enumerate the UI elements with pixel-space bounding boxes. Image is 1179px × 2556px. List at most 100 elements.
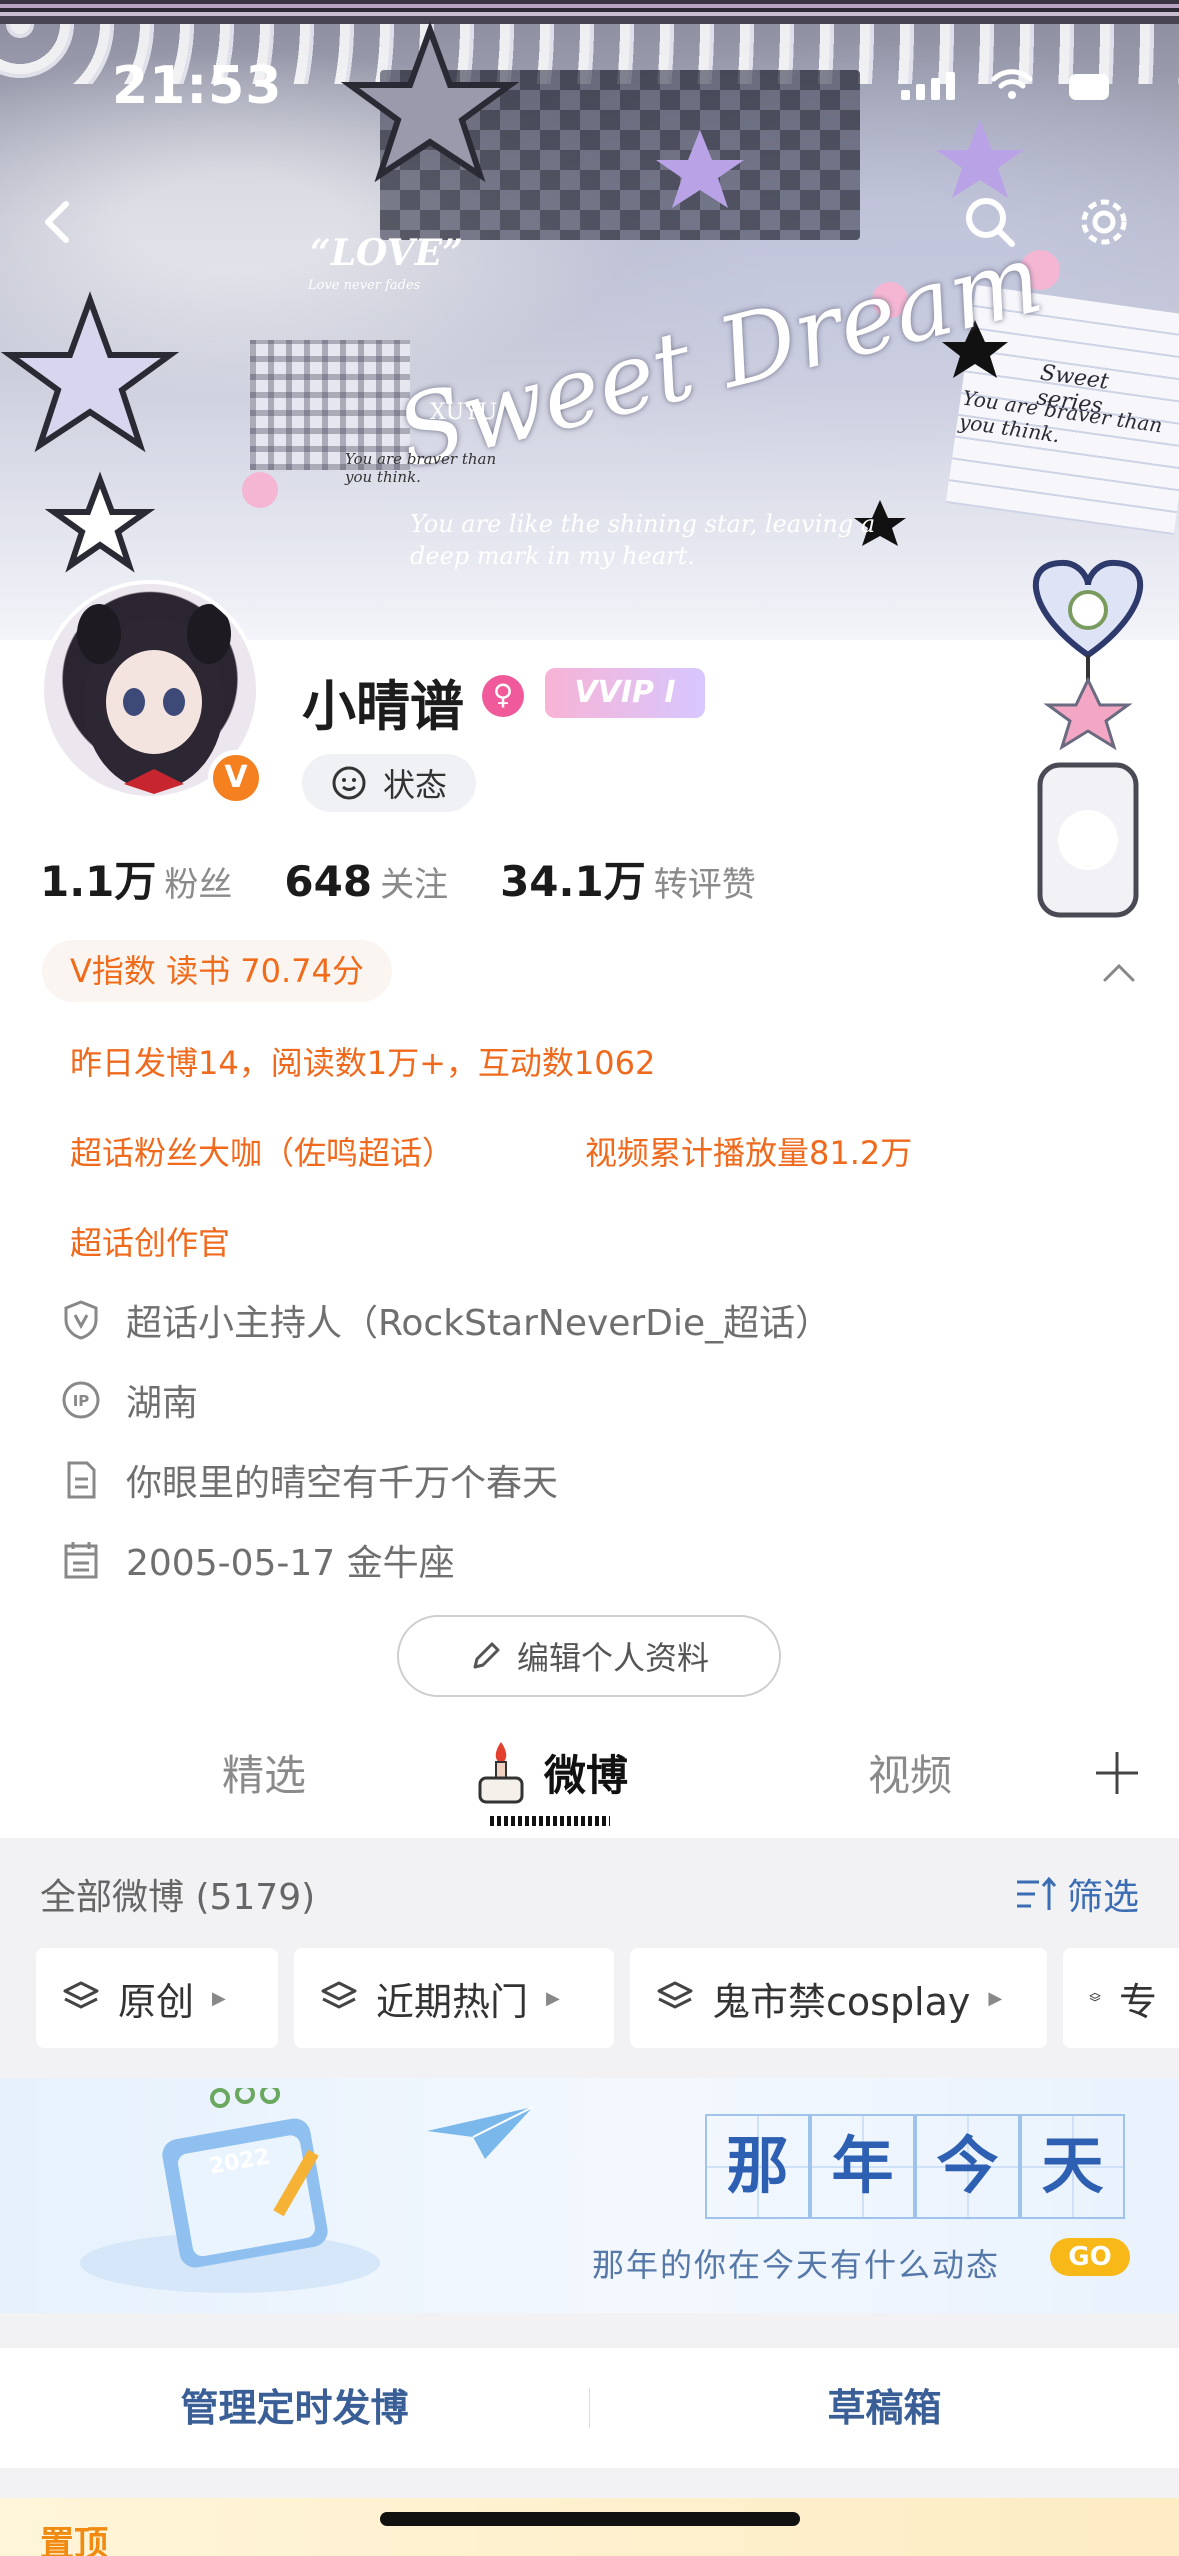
post-management-bar: 管理定时发博 草稿箱 (0, 2348, 1179, 2468)
chip-arrow-icon: ▶ (546, 1987, 560, 2009)
likes-label: 转评赞 (653, 865, 756, 905)
layers-icon (1089, 1992, 1101, 2002)
layers-icon (63, 1981, 99, 2009)
chip-original[interactable]: 原创 ▶ (36, 1948, 278, 2048)
verified-badge: V (208, 750, 264, 806)
status-label: 状态 (382, 766, 447, 804)
calendar-illustration: 2022 (80, 2088, 380, 2293)
all-posts-count: 全部微博 (5179) (40, 1877, 316, 1918)
info-row-birthday: 2005-05-17 金牛座 (60, 1534, 455, 1586)
status-button[interactable]: 状态 (302, 754, 476, 812)
banner-love-text: “LOVE” (310, 232, 463, 274)
chip-recent-hot-label: 近期热门 (376, 1979, 529, 2024)
tab-featured[interactable]: 精选 (222, 1742, 306, 1803)
followers-stat[interactable]: 1.1万 粉丝 (40, 848, 232, 909)
on-this-day-banner[interactable]: 2022 那 年 今 天 那年的你在今天有什么动态 GO (0, 2078, 1179, 2313)
wifi-icon (991, 69, 1033, 99)
shield-v-icon (64, 1300, 98, 1340)
avatar[interactable]: V (30, 570, 270, 810)
following-label: 关注 (380, 865, 449, 905)
settings-gear-icon[interactable] (1072, 190, 1136, 254)
video-plays-stat: 视频累计播放量81.2万 (585, 1134, 913, 1172)
feed-section: 全部微博 (5179) 筛选 原创 ▶ 近期热门 ▶ 鬼市禁cosplay ▶ … (0, 1838, 1179, 2556)
info-bio-text: 你眼里的晴空有千万个春天 (126, 1463, 559, 1504)
memory-char: 年 (810, 2114, 915, 2219)
following-stat[interactable]: 648 关注 (284, 857, 448, 906)
heart-charm-decoration[interactable] (1010, 555, 1165, 935)
chip-arrow-icon: ▶ (988, 1987, 1003, 2009)
memory-char: 今 (915, 2114, 1020, 2219)
chip-cosplay-label: 鬼市禁cosplay (712, 1979, 971, 2024)
chip-recent-hot[interactable]: 近期热门 ▶ (294, 1948, 614, 2048)
followers-count: 1.1万 (40, 857, 157, 906)
likes-stat[interactable]: 34.1万 转评赞 (500, 848, 756, 909)
chip-partial-label: 专 (1118, 1979, 1157, 2024)
memory-char: 那 (705, 2114, 810, 2219)
birthday-cake-icon (478, 1742, 524, 1804)
filter-label: 筛选 (1066, 1877, 1139, 1918)
yesterday-stats: 昨日发博14，阅读数1万+，互动数1062 (70, 1044, 656, 1082)
svg-text:IP: IP (73, 1392, 90, 1410)
memory-char: 天 (1020, 2114, 1125, 2219)
layers-icon (321, 1981, 357, 2009)
scheduled-posts-button[interactable]: 管理定时发博 (0, 2348, 589, 2468)
add-tab-plus-icon[interactable] (1092, 1748, 1142, 1798)
info-host-text: 超话小主持人（RockStarNeverDie_超话） (126, 1303, 832, 1344)
info-ip-text: 湖南 (126, 1383, 199, 1424)
document-icon (67, 1461, 96, 1499)
profile-stats: 1.1万 粉丝 648 关注 34.1万 转评赞 (40, 848, 756, 909)
edit-profile-button[interactable]: 编辑个人资料 (397, 1615, 781, 1697)
female-gender-icon: ♀ (482, 675, 524, 717)
ip-icon: IP (62, 1381, 100, 1419)
super-topic-creator-title: 超话创作官 (70, 1224, 231, 1262)
category-chips: 原创 ▶ 近期热门 ▶ 鬼市禁cosplay ▶ 专 (36, 1948, 1179, 2048)
chip-cosplay[interactable]: 鬼市禁cosplay ▶ (630, 1948, 1047, 2048)
profile-name: 小晴谱 (302, 675, 464, 738)
profile-cover-banner[interactable]: “LOVE” Love never fades Sweet Dream XUYU… (0, 0, 1179, 640)
back-icon[interactable] (26, 190, 90, 254)
status-smile-plus-icon (332, 766, 366, 800)
paper-plane-icon (427, 2106, 534, 2159)
on-this-day-subtitle: 那年的你在今天有什么动态 (592, 2246, 1001, 2284)
tab-weibo[interactable]: 微博 (544, 1742, 628, 1803)
pencil-icon (473, 1642, 500, 1669)
profile-tabs: 精选 微博 视频 (0, 1720, 1179, 1840)
banner-quote: You are like the shining star, leaving a… (410, 510, 876, 570)
banner-plaid-note: You are braver than you think. (345, 450, 497, 486)
battery-icon (1069, 74, 1109, 100)
status-time: 21:53 (112, 56, 283, 116)
status-bar: 21:53 (0, 40, 1179, 130)
likes-count: 34.1万 (500, 857, 646, 906)
tab-video[interactable]: 视频 (868, 1742, 952, 1803)
go-button[interactable]: GO (1050, 2238, 1130, 2276)
search-icon[interactable] (958, 190, 1022, 254)
active-tab-indicator (490, 1816, 610, 1826)
pinned-post-header[interactable]: 置顶 (0, 2498, 1179, 2556)
chevron-up-icon[interactable] (1099, 952, 1139, 992)
banner-tag: XUYU (430, 400, 498, 425)
info-row-ip: IP 湖南 (60, 1374, 198, 1426)
following-count: 648 (284, 857, 373, 906)
cellular-signal-icon (901, 72, 955, 100)
layers-icon (657, 1981, 693, 2009)
home-indicator[interactable] (380, 2512, 800, 2526)
calendar-icon (64, 1542, 98, 1579)
followers-label: 粉丝 (164, 865, 233, 905)
status-icons (901, 68, 1109, 100)
v-index-badge[interactable]: V指数 读书 70.74分 (42, 940, 392, 1002)
super-topic-fan-title: 超话粉丝大咖（佐鸣超话） (70, 1134, 455, 1172)
banner-love-subtext: Love never fades (308, 278, 421, 293)
chip-original-label: 原创 (118, 1979, 195, 2024)
chip-partial[interactable]: 专 (1063, 1948, 1179, 2048)
drafts-button[interactable]: 草稿箱 (590, 2348, 1179, 2468)
edit-profile-label: 编辑个人资料 (516, 1639, 709, 1677)
info-row-bio: 你眼里的晴空有千万个春天 (60, 1454, 558, 1506)
on-this-day-title: 那 年 今 天 (705, 2114, 1125, 2219)
info-row-host: 超话小主持人（RockStarNeverDie_超话） (60, 1294, 831, 1346)
info-birthday-text: 2005-05-17 金牛座 (126, 1543, 455, 1584)
filter-sort-icon (1016, 1876, 1057, 1910)
chip-arrow-icon: ▶ (212, 1987, 226, 2009)
filter-button[interactable]: 筛选 (1015, 1868, 1139, 1920)
vip-badge[interactable]: VVIP I (545, 668, 705, 718)
pinned-label: 置顶 (40, 2524, 108, 2556)
